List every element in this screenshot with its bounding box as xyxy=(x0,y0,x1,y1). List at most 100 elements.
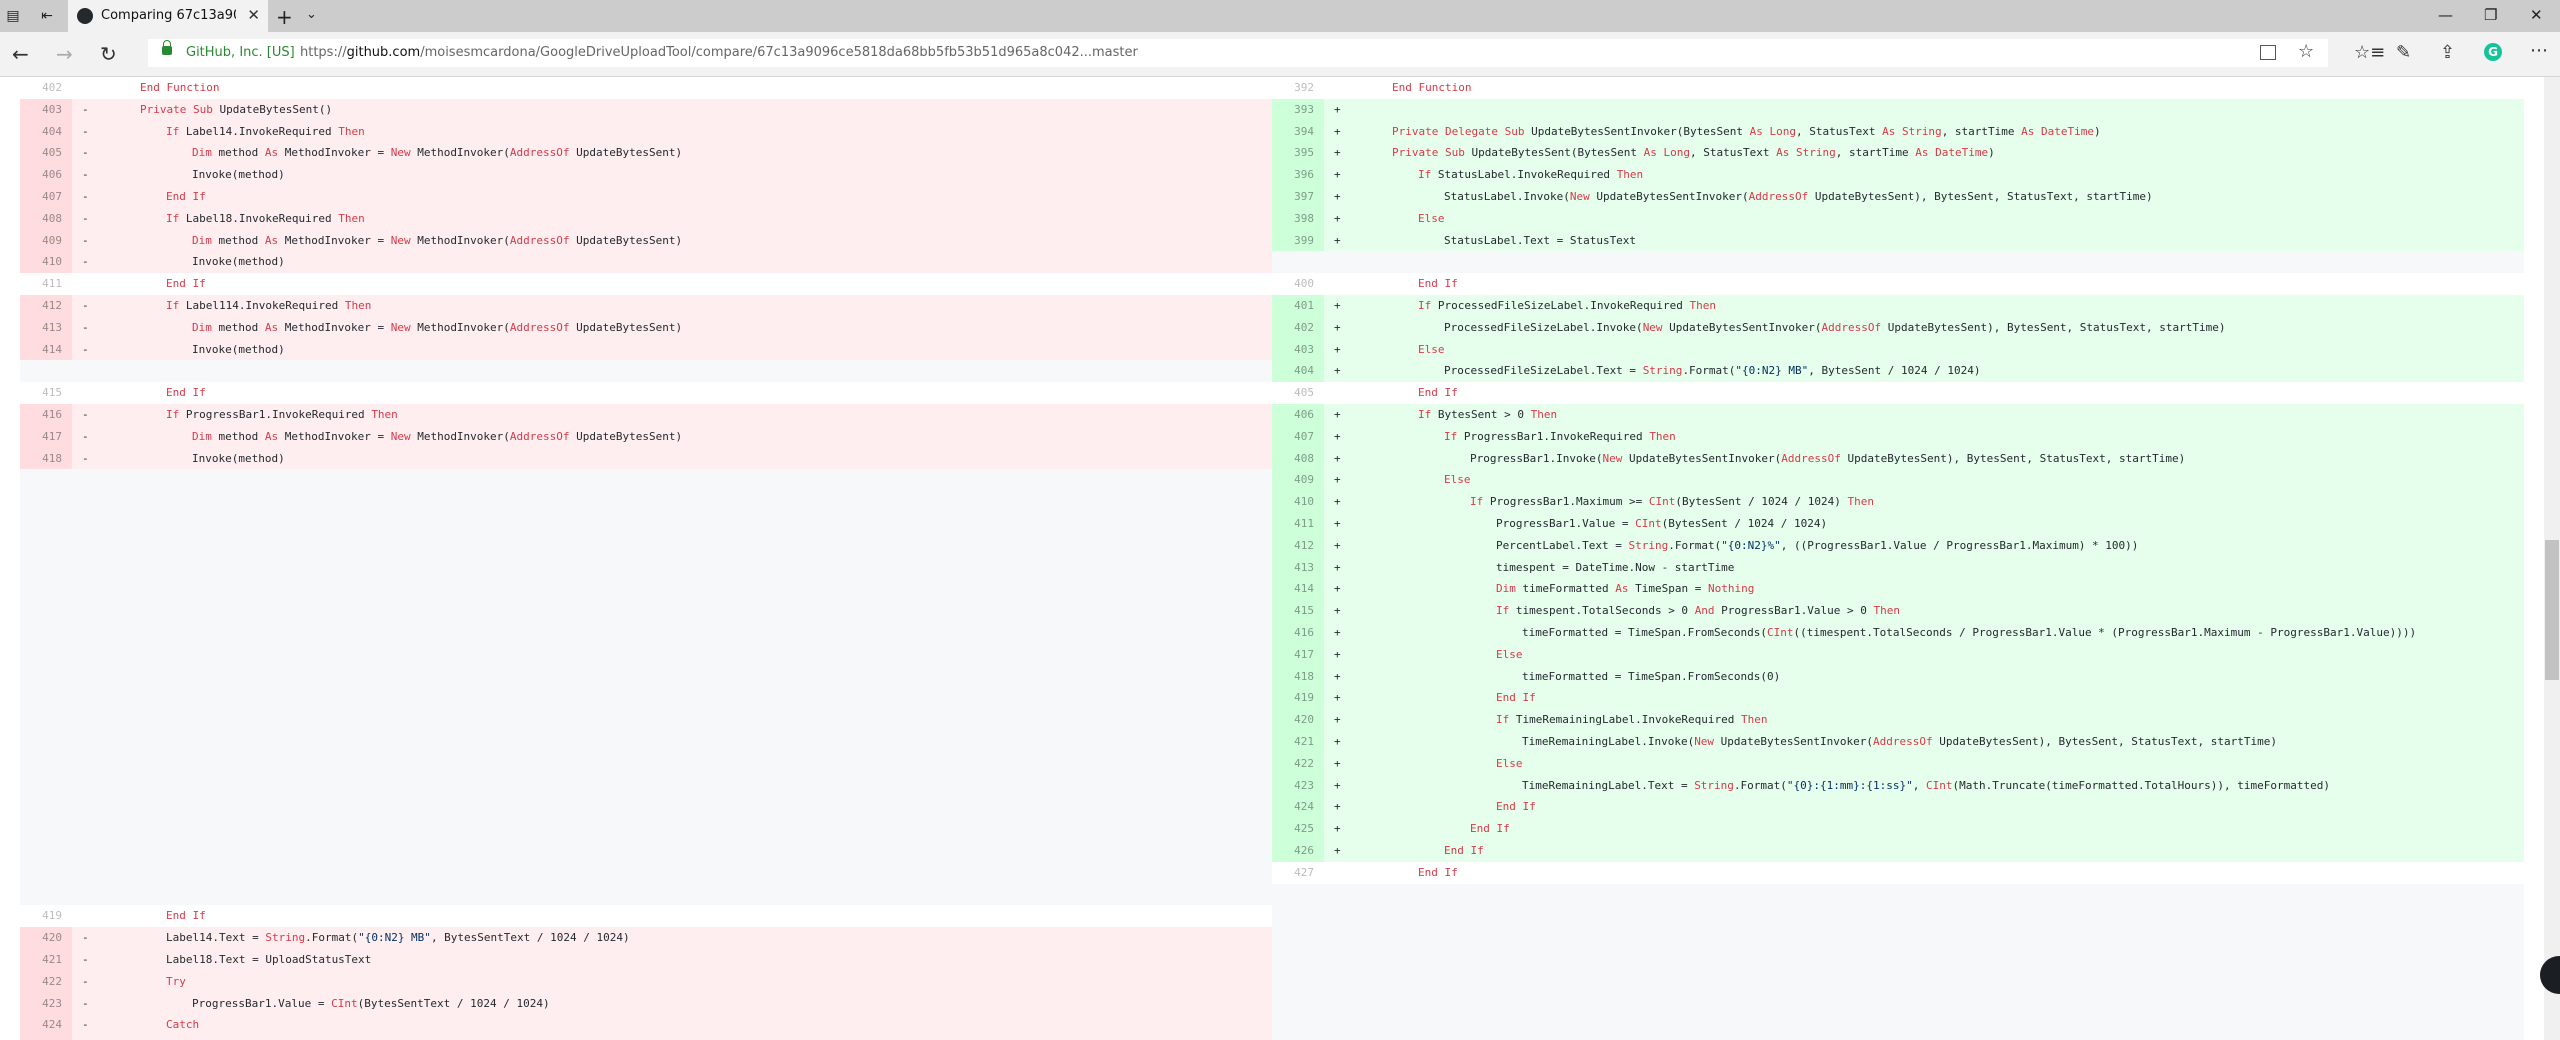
code-token: End If xyxy=(1418,865,1458,879)
line-number[interactable]: 413 xyxy=(1272,556,1324,579)
reading-view-icon[interactable] xyxy=(2260,45,2276,60)
line-number[interactable]: 419 xyxy=(1272,687,1324,710)
line-number[interactable]: 421 xyxy=(1272,731,1324,753)
line-number[interactable]: 420 xyxy=(20,927,72,950)
line-number[interactable]: 407 xyxy=(20,186,72,208)
line-number[interactable]: 400 xyxy=(1272,273,1324,295)
line-number[interactable]: 418 xyxy=(20,447,72,470)
line-number[interactable]: 424 xyxy=(1272,796,1324,819)
code-token: Label114.InvokeRequired xyxy=(179,299,345,312)
line-number[interactable]: 418 xyxy=(1272,665,1324,688)
line-number[interactable]: 415 xyxy=(20,382,72,404)
code-token: Private Sub xyxy=(1392,146,1465,160)
line-number[interactable]: 409 xyxy=(20,229,72,252)
line-number[interactable]: 404 xyxy=(20,120,72,143)
line-number[interactable]: 405 xyxy=(20,142,72,165)
share-icon[interactable]: ⇪ xyxy=(2440,42,2455,63)
line-number[interactable]: 402 xyxy=(20,77,72,99)
line-number[interactable]: 402 xyxy=(1272,316,1324,339)
line-number[interactable]: 414 xyxy=(20,338,72,361)
line-number[interactable]: 416 xyxy=(1272,622,1324,644)
line-number[interactable]: 423 xyxy=(1272,774,1324,797)
diff-line: 400 End If xyxy=(1272,273,2524,296)
line-number[interactable]: 425 xyxy=(1272,818,1324,841)
line-number[interactable]: 410 xyxy=(1272,491,1324,514)
tab-list-chevron-icon[interactable]: ⌄ xyxy=(306,7,317,22)
line-number[interactable]: 403 xyxy=(1272,338,1324,361)
line-number[interactable]: 398 xyxy=(1272,207,1324,230)
set-tabs-aside-icon[interactable]: ⇤ xyxy=(38,7,56,25)
line-number[interactable]: 413 xyxy=(20,316,72,339)
line-number[interactable]: 412 xyxy=(1272,534,1324,557)
line-number[interactable]: 415 xyxy=(1272,600,1324,623)
line-number[interactable]: 405 xyxy=(1272,382,1324,404)
favorite-star-icon[interactable]: ☆ xyxy=(2298,41,2314,62)
line-number[interactable]: 412 xyxy=(20,295,72,317)
browser-tab[interactable]: Comparing 67c13a9096... ✕ xyxy=(68,0,268,32)
line-number[interactable]: 417 xyxy=(1272,643,1324,666)
more-menu-icon[interactable]: ⋯ xyxy=(2530,40,2548,61)
code-token: Dim xyxy=(192,320,212,334)
line-number[interactable]: 422 xyxy=(1272,752,1324,775)
site-identity[interactable]: GitHub, Inc. [US] xyxy=(186,45,295,60)
line-number[interactable]: 427 xyxy=(1272,862,1324,884)
line-number[interactable]: 420 xyxy=(1272,709,1324,732)
code-token: UpdateBytesSentInvoker( xyxy=(1714,735,1874,748)
line-number[interactable]: 408 xyxy=(20,207,72,230)
line-number[interactable]: 401 xyxy=(1272,295,1324,317)
line-number[interactable]: 419 xyxy=(20,905,72,927)
tab-preview-icon[interactable]: ▤ xyxy=(4,7,22,25)
diff-marker: + xyxy=(1334,342,1341,356)
url-text[interactable]: https://github.com/moisesmcardona/Google… xyxy=(300,45,1138,60)
line-number[interactable]: 421 xyxy=(20,949,72,971)
window-close-button[interactable]: ✕ xyxy=(2530,6,2543,24)
code-token: ProgressBar1.Value > 0 xyxy=(1714,604,1874,618)
line-number[interactable]: 397 xyxy=(1272,186,1324,208)
line-number[interactable]: 406 xyxy=(20,164,72,187)
code-token: MethodInvoker = xyxy=(278,429,391,443)
code-text: TimeRemainingLabel.Text = String.Format(… xyxy=(1522,775,2330,797)
code-text: Label14.Text = String.Format("{0:N2} MB"… xyxy=(166,927,630,949)
line-number[interactable]: 410 xyxy=(20,251,72,274)
line-number[interactable]: 404 xyxy=(1272,360,1324,383)
forward-button[interactable]: → xyxy=(56,42,73,66)
floating-action-button[interactable] xyxy=(2540,956,2560,994)
diff-line: 416- If ProgressBar1.InvokeRequired Then xyxy=(20,404,1272,426)
line-number[interactable]: 424 xyxy=(20,1014,72,1037)
line-number[interactable]: 403 xyxy=(20,98,72,121)
line-number[interactable]: 408 xyxy=(1272,447,1324,470)
diff-marker: + xyxy=(1334,168,1341,182)
line-number[interactable]: 407 xyxy=(1272,425,1324,448)
line-number[interactable]: 414 xyxy=(1272,578,1324,601)
code-token: , BytesSent / 1024 / 1024) xyxy=(1808,364,1981,378)
line-number[interactable]: 425 xyxy=(20,1036,72,1040)
line-number[interactable]: 393 xyxy=(1272,98,1324,121)
line-number[interactable]: 409 xyxy=(1272,469,1324,492)
line-number[interactable]: 411 xyxy=(1272,513,1324,535)
grammarly-extension-icon[interactable]: G xyxy=(2484,43,2502,61)
line-number[interactable]: 416 xyxy=(20,404,72,426)
line-number[interactable]: 417 xyxy=(20,425,72,448)
line-number[interactable]: 422 xyxy=(20,970,72,993)
code-text: If StatusLabel.InvokeRequired Then xyxy=(1418,164,1643,186)
reload-button[interactable]: ↻ xyxy=(100,42,117,66)
line-number[interactable]: 394 xyxy=(1272,120,1324,143)
line-number[interactable]: 399 xyxy=(1272,229,1324,252)
new-tab-button[interactable]: + xyxy=(276,5,293,29)
code-token: TimeRemainingLabel.Text = xyxy=(1522,778,1695,792)
line-number[interactable]: 396 xyxy=(1272,164,1324,187)
minimize-button[interactable]: — xyxy=(2438,6,2453,24)
scrollbar-thumb[interactable] xyxy=(2545,540,2559,680)
tab-close-icon[interactable]: ✕ xyxy=(247,6,260,24)
favorites-hub-icon[interactable]: ☆≡ xyxy=(2354,42,2385,63)
line-number[interactable]: 411 xyxy=(20,273,72,295)
restore-button[interactable]: ❐ xyxy=(2484,6,2497,24)
line-number[interactable]: 392 xyxy=(1272,77,1324,99)
back-button[interactable]: ← xyxy=(12,42,29,66)
line-number[interactable]: 423 xyxy=(20,992,72,1015)
web-notes-icon[interactable]: ✎ xyxy=(2396,42,2411,63)
line-number[interactable]: 426 xyxy=(1272,840,1324,862)
line-number[interactable]: 395 xyxy=(1272,142,1324,165)
url-field[interactable]: GitHub, Inc. [US] https://github.com/moi… xyxy=(148,39,2328,67)
line-number[interactable]: 406 xyxy=(1272,404,1324,426)
